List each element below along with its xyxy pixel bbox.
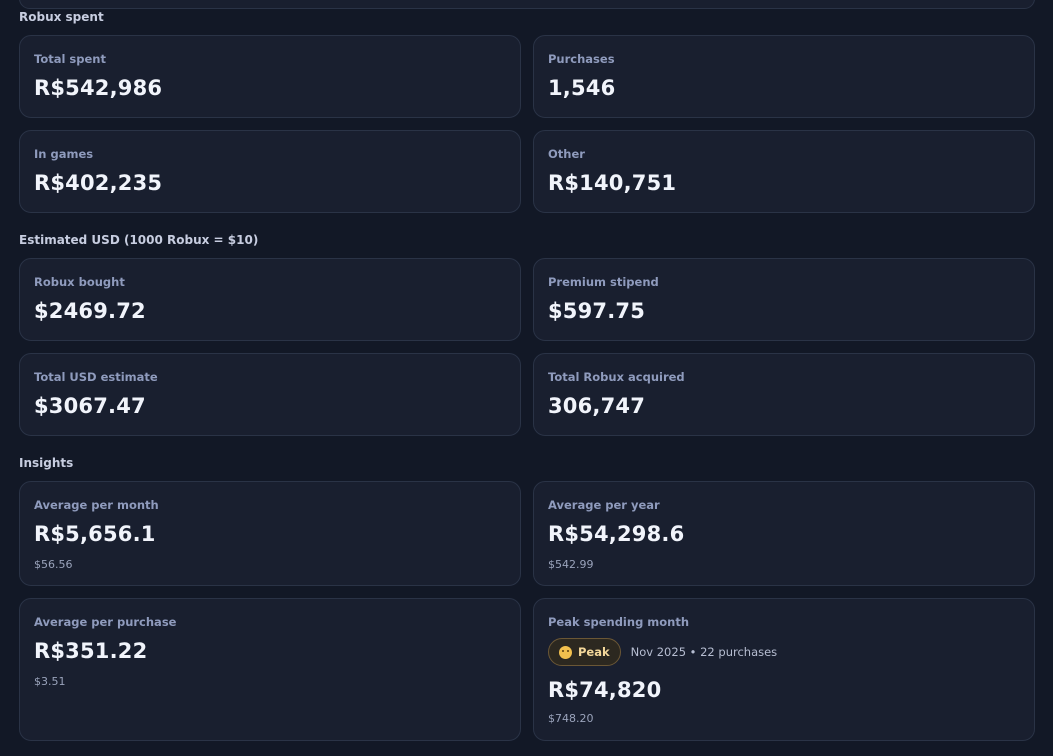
stat-label: Purchases (548, 52, 615, 66)
stat-value: 306,747 (548, 394, 646, 418)
stat-value: $3067.47 (34, 394, 146, 418)
stat-value: R$351.22 (34, 639, 148, 663)
stat-card-in-games: In games R$402,235 (19, 130, 521, 213)
stat-label: Average per year (548, 498, 660, 512)
section-title-insights: Insights (19, 456, 74, 470)
stat-card-total-usd-estimate: Total USD estimate $3067.47 (19, 353, 521, 436)
stat-label: Average per month (34, 498, 159, 512)
stat-value: $597.75 (548, 299, 646, 323)
stat-value: R$140,751 (548, 171, 677, 195)
peak-badge-label: Peak (578, 645, 610, 659)
previous-card-edge (19, 0, 1035, 9)
stat-label: Total spent (34, 52, 106, 66)
stat-label: Premium stipend (548, 275, 659, 289)
stat-value: R$542,986 (34, 76, 163, 100)
stat-value: R$402,235 (34, 171, 163, 195)
stat-card-total-robux-acquired: Total Robux acquired 306,747 (533, 353, 1035, 436)
stat-label: In games (34, 147, 94, 161)
stat-value: R$74,820 (548, 678, 662, 702)
stat-card-premium-stipend: Premium stipend $597.75 (533, 258, 1035, 341)
stat-label: Total Robux acquired (548, 370, 685, 384)
stat-label: Peak spending month (548, 615, 690, 629)
stat-value: R$5,656.1 (34, 522, 156, 546)
stat-value: 1,546 (548, 76, 616, 100)
stat-usd-sub: $3.51 (34, 675, 66, 688)
stat-card-average-per-year: Average per year R$54,298.6 $542.99 (533, 481, 1035, 586)
stat-card-average-per-month: Average per month R$5,656.1 $56.56 (19, 481, 521, 586)
peak-month-meta: Nov 2025 • 22 purchases (630, 645, 778, 659)
smiley-face-icon (559, 645, 572, 659)
section-title-estimated-usd: Estimated USD (1000 Robux = $10) (19, 233, 259, 247)
stat-label: Robux bought (34, 275, 125, 289)
stat-value: $2469.72 (34, 299, 146, 323)
stat-card-robux-bought: Robux bought $2469.72 (19, 258, 521, 341)
stat-label: Other (548, 147, 585, 161)
stat-label: Total USD estimate (34, 370, 158, 384)
stat-usd-sub: $56.56 (34, 558, 73, 571)
peak-badge: Peak (548, 638, 621, 666)
peak-info-row: Peak Nov 2025 • 22 purchases (548, 637, 777, 667)
stat-card-total-spent: Total spent R$542,986 (19, 35, 521, 118)
section-title-robux-spent: Robux spent (19, 10, 104, 24)
stat-card-other: Other R$140,751 (533, 130, 1035, 213)
stat-value: R$54,298.6 (548, 522, 685, 546)
stat-card-average-per-purchase: Average per purchase R$351.22 $3.51 (19, 598, 521, 741)
stat-card-purchases: Purchases 1,546 (533, 35, 1035, 118)
stat-card-peak-spending-month: Peak spending month Peak Nov 2025 • 22 p… (533, 598, 1035, 741)
stat-label: Average per purchase (34, 615, 177, 629)
stat-usd-sub: $748.20 (548, 712, 594, 725)
stat-usd-sub: $542.99 (548, 558, 594, 571)
